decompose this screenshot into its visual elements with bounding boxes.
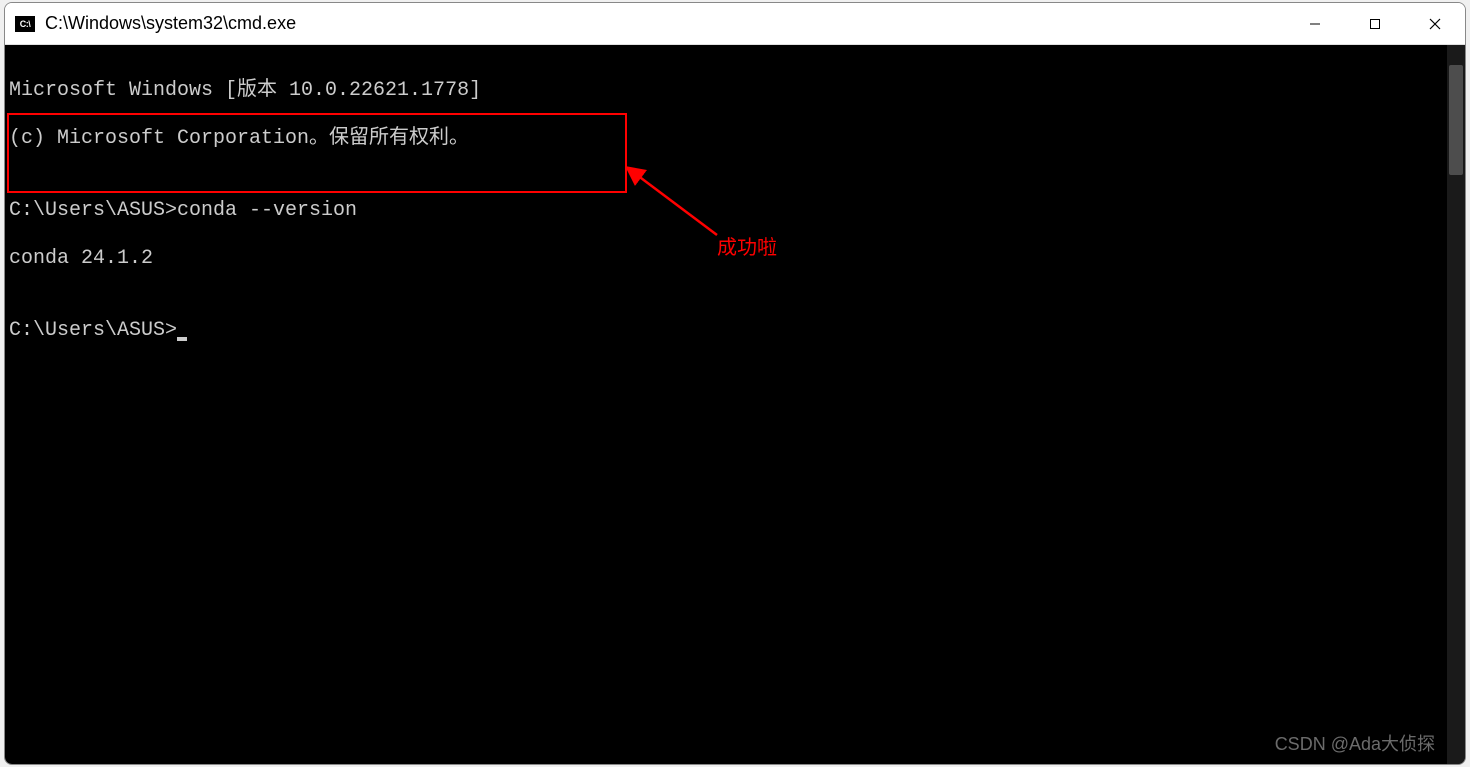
terminal[interactable]: Microsoft Windows [版本 10.0.22621.1778] (… — [5, 45, 1465, 764]
command: conda --version — [177, 199, 357, 222]
terminal-prompt-line: C:\Users\ASUS>conda --version — [9, 199, 1445, 223]
prompt: C:\Users\ASUS> — [9, 319, 177, 342]
window-title: C:\Windows\system32\cmd.exe — [45, 13, 1285, 34]
terminal-content: Microsoft Windows [版本 10.0.22621.1778] (… — [5, 45, 1445, 764]
terminal-line: (c) Microsoft Corporation。保留所有权利。 — [9, 127, 1445, 151]
terminal-output: conda 24.1.2 — [9, 247, 1445, 271]
window-controls — [1285, 3, 1465, 44]
terminal-prompt-line: C:\Users\ASUS> — [9, 319, 1445, 343]
close-icon — [1429, 18, 1441, 30]
maximize-button[interactable] — [1345, 3, 1405, 44]
scrollbar[interactable] — [1447, 45, 1465, 764]
terminal-line: Microsoft Windows [版本 10.0.22621.1778] — [9, 79, 1445, 103]
scrollbar-thumb[interactable] — [1449, 65, 1463, 175]
prompt: C:\Users\ASUS> — [9, 199, 177, 222]
titlebar[interactable]: C:\ C:\Windows\system32\cmd.exe — [5, 3, 1465, 45]
close-button[interactable] — [1405, 3, 1465, 44]
cursor — [177, 337, 187, 341]
cmd-icon: C:\ — [15, 16, 35, 32]
maximize-icon — [1369, 18, 1381, 30]
cmd-window: C:\ C:\Windows\system32\cmd.exe Microsof… — [4, 2, 1466, 765]
minimize-icon — [1309, 18, 1321, 30]
minimize-button[interactable] — [1285, 3, 1345, 44]
